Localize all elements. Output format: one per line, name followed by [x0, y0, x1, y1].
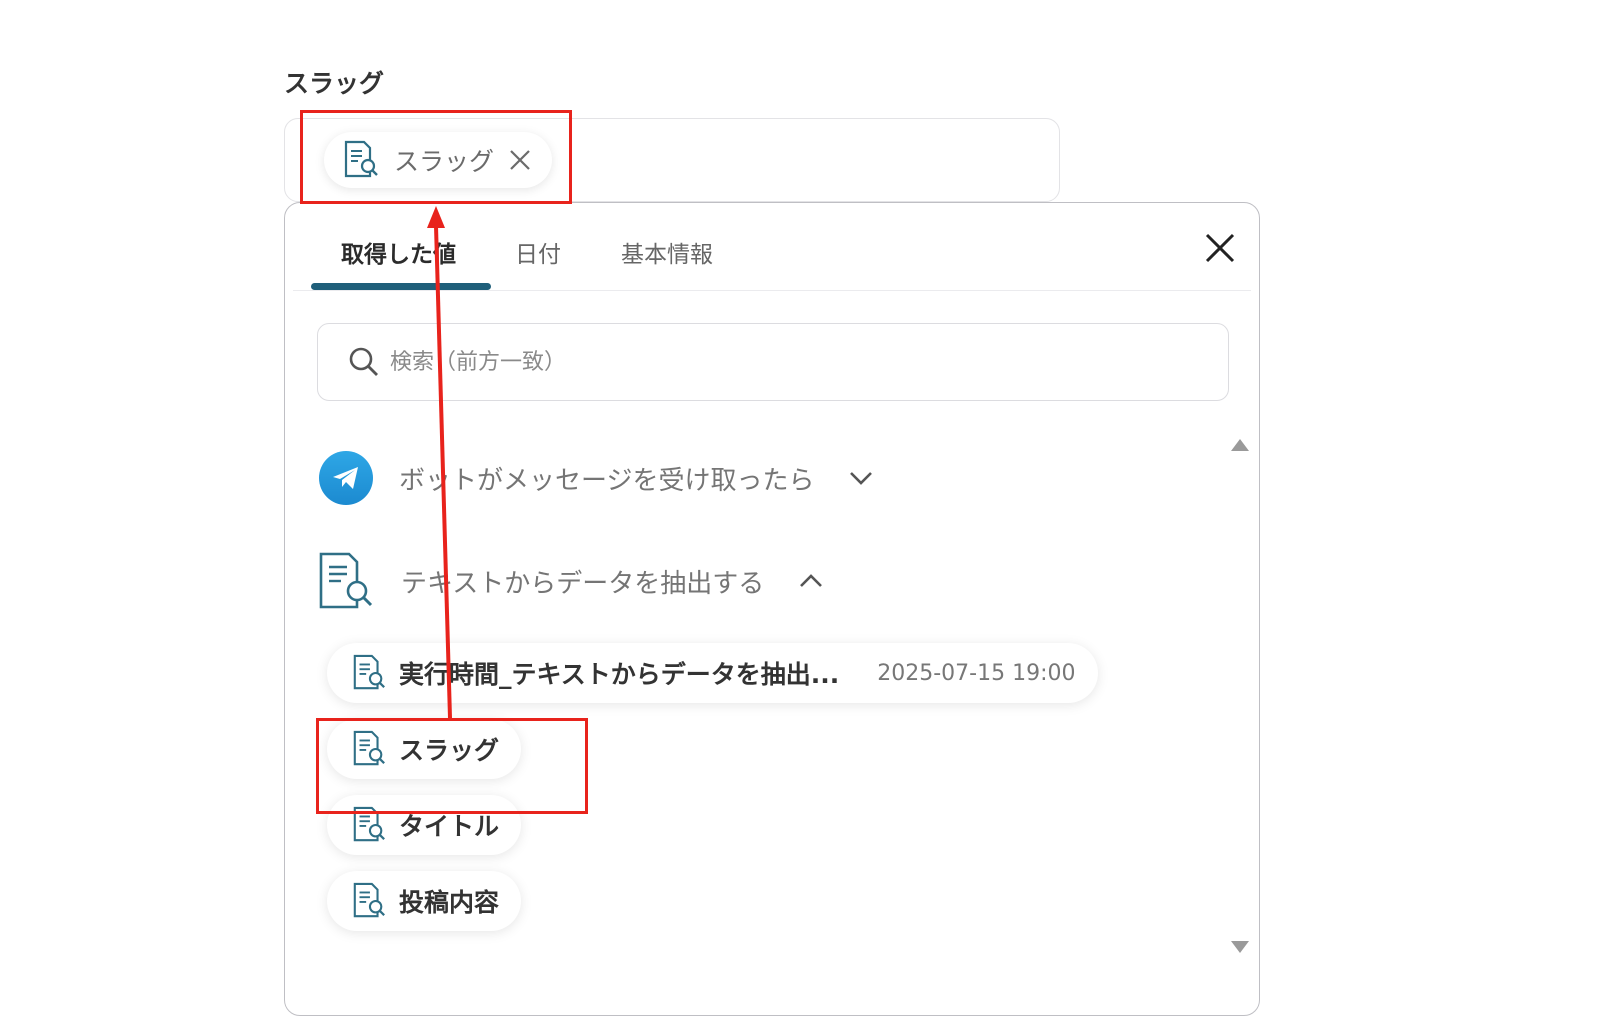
scroll-down-arrow-icon[interactable]	[1231, 941, 1249, 953]
tab-date[interactable]: 日付	[515, 235, 561, 269]
search-box[interactable]	[317, 323, 1229, 401]
telegram-icon	[319, 451, 373, 505]
section-extract-data-from-text[interactable]: テキストからデータを抽出する	[317, 551, 824, 611]
value-picker-panel: 取得した値 日付 基本情報 ボットがメッセージを受け取ったら	[284, 202, 1260, 1016]
section-label: ボットがメッセージを受け取ったら	[399, 465, 815, 496]
chevron-up-icon[interactable]	[798, 573, 824, 589]
stage: スラッグ スラッグ 取得した値 日付 基本情報 検索（前方一致） ボットがメッセ…	[0, 0, 1600, 1029]
active-tab-indicator	[311, 283, 491, 290]
close-icon[interactable]	[1203, 231, 1237, 265]
item-label: 投稿内容	[399, 888, 500, 917]
scroll-up-arrow-icon[interactable]	[1231, 439, 1249, 451]
search-icon	[349, 347, 378, 376]
document-search-icon	[319, 552, 373, 609]
tab-retrieved-values[interactable]: 取得した値	[341, 235, 456, 269]
document-search-icon	[353, 882, 385, 918]
chevron-down-icon[interactable]	[848, 470, 874, 486]
field-label: スラッグ	[284, 69, 385, 98]
value-item-execution-time[interactable]: 実行時間_テキストからデータを抽出... 2025-07-15 19:00	[327, 643, 1098, 703]
annotation-highlight-field	[300, 110, 572, 204]
search-input[interactable]	[390, 349, 1190, 375]
annotation-highlight-item	[316, 718, 588, 814]
tab-bar: 取得した値 日付 基本情報	[293, 203, 1251, 291]
section-bot-message-received[interactable]: ボットがメッセージを受け取ったら	[319, 451, 874, 505]
item-label: 実行時間_テキストからデータを抽出...	[399, 660, 840, 689]
section-label: テキストからデータを抽出する	[401, 568, 765, 599]
value-item-post-content[interactable]: 投稿内容	[327, 871, 522, 931]
document-search-icon	[353, 654, 385, 690]
item-value: 2025-07-15 19:00	[877, 660, 1076, 686]
tab-basic-info[interactable]: 基本情報	[621, 235, 713, 269]
